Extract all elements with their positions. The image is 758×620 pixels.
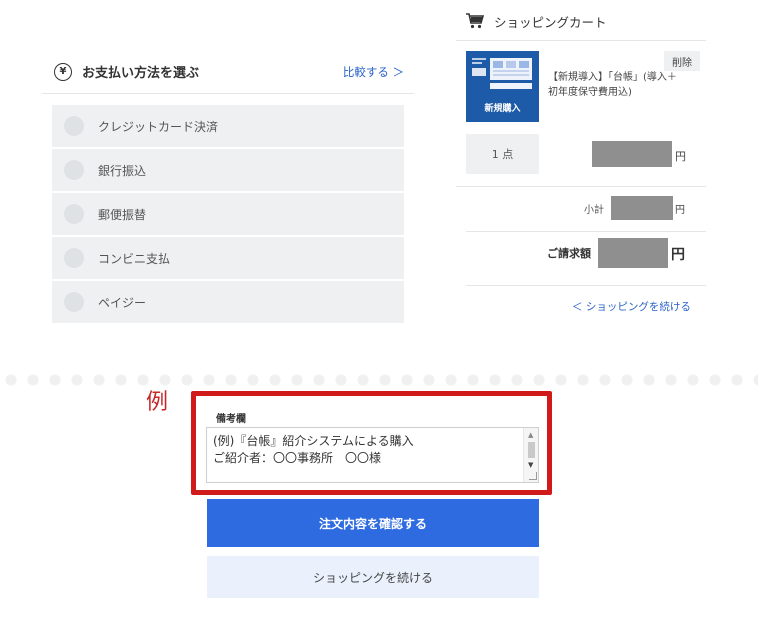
payment-option-payeasy[interactable]: ペイジー: [52, 281, 404, 323]
scroll-down-icon[interactable]: ▼: [528, 461, 533, 469]
payment-option-convenience-store[interactable]: コンビニ支払: [52, 237, 404, 279]
confirm-order-button[interactable]: 注文内容を確認する: [207, 499, 539, 547]
payment-option-label: 郵便振替: [98, 207, 147, 222]
payment-method-title: お支払い方法を選ぶ: [82, 66, 200, 81]
payment-option-label: コンビニ支払: [98, 251, 171, 266]
compare-link[interactable]: 比較する ＞: [343, 64, 404, 80]
continue-shopping-button[interactable]: ショッピングを続ける: [207, 556, 539, 598]
resize-grip-icon[interactable]: [529, 472, 537, 480]
cart-title: ショッピングカート: [494, 14, 607, 30]
payment-method-header: ¥ お支払い方法を選ぶ 比較する ＞: [42, 50, 414, 94]
remarks-scrollbar[interactable]: ▲ ▼: [523, 428, 538, 482]
example-label: 例: [146, 390, 169, 415]
radio-button[interactable]: [64, 160, 84, 180]
total-label: ご請求額: [547, 247, 591, 260]
total-unit: 円: [671, 247, 685, 263]
payment-option-label: 銀行振込: [98, 163, 147, 178]
subtotal-label: 小計: [584, 205, 604, 216]
payment-option-postal-transfer[interactable]: 郵便振替: [52, 193, 404, 235]
price-redacted: [592, 141, 672, 167]
continue-shopping-link[interactable]: ＜ ショッピングを続ける: [572, 299, 691, 314]
cart-header: ショッピングカート: [466, 6, 706, 36]
remarks-label: 備考欄: [216, 414, 246, 425]
radio-button[interactable]: [64, 248, 84, 268]
scroll-up-icon[interactable]: ▲: [528, 431, 533, 439]
scroll-thumb[interactable]: [528, 442, 535, 458]
price-unit: 円: [675, 150, 686, 163]
payment-option-label: クレジットカード決済: [98, 119, 219, 134]
divider: [466, 285, 706, 286]
payment-options-list: クレジットカード決済 銀行振込 郵便振替 コンビニ支払 ペイジー: [52, 105, 404, 325]
shopping-cart-icon: [466, 13, 484, 29]
remarks-textarea[interactable]: (例)『台帳』紹介システムによる購入 ご紹介者：〇〇事務所 〇〇様: [206, 427, 539, 483]
subtotal-unit: 円: [675, 205, 685, 216]
divider: [466, 231, 706, 232]
payment-option-credit-card[interactable]: クレジットカード決済: [52, 105, 404, 147]
divider: [456, 40, 706, 41]
radio-button[interactable]: [64, 292, 84, 312]
product-thumbnail-graphic: [470, 56, 534, 94]
divider: [456, 186, 706, 187]
payment-option-label: ペイジー: [98, 295, 147, 310]
yen-icon: ¥: [54, 62, 72, 81]
product-name: 【新規導入】「台帳」(導入＋初年度保守費用込): [548, 72, 677, 98]
total-redacted: [598, 238, 668, 268]
product-thumbnail: 新規購入: [466, 51, 539, 122]
radio-button[interactable]: [64, 116, 84, 136]
delete-button[interactable]: 削除: [664, 51, 700, 71]
subtotal-redacted: [611, 196, 673, 220]
payment-option-bank-transfer[interactable]: 銀行振込: [52, 149, 404, 191]
radio-button[interactable]: [64, 204, 84, 224]
quantity-display: 1 点: [466, 134, 539, 174]
dotted-separator: [0, 372, 758, 388]
product-thumbnail-label: 新規購入: [484, 104, 521, 114]
